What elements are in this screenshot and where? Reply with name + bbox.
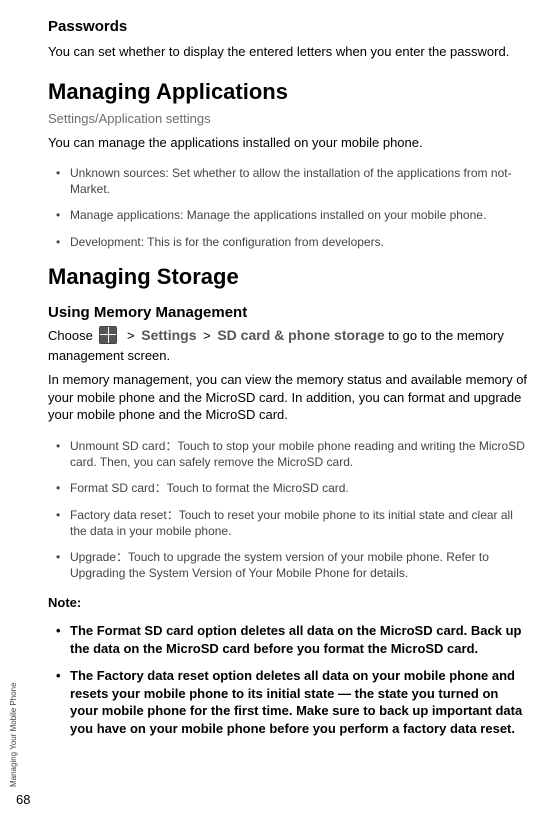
managing-apps-intro: You can manage the applications installe… (48, 134, 529, 152)
list-item: The Factory data reset option deletes al… (56, 667, 529, 737)
choose-path-line: Choose > Settings > SD card & phone stor… (48, 325, 529, 366)
passwords-text: You can set whether to display the enter… (48, 43, 529, 61)
list-item: Manage applications: Manage the applicat… (56, 207, 529, 223)
apps-grid-icon (99, 326, 117, 344)
note-bullets: The Format SD card option deletes all da… (48, 622, 529, 737)
passwords-section: Passwords You can set whether to display… (48, 18, 529, 61)
list-item: Unmount SD card：Touch to stop your mobil… (56, 438, 529, 470)
choose-prefix: Choose (48, 328, 96, 343)
list-item: Development: This is for the configurati… (56, 234, 529, 250)
memory-management-subheading: Using Memory Management (48, 304, 529, 321)
memory-management-description: In memory management, you can view the m… (48, 371, 529, 424)
settings-path-breadcrumb: Settings/Application settings (48, 111, 529, 126)
managing-apps-heading: Managing Applications (48, 79, 529, 105)
path-settings: Settings (141, 327, 196, 343)
managing-applications-section: Managing Applications Settings/Applicati… (48, 79, 529, 250)
page-number: 68 (16, 792, 30, 807)
list-item: Unknown sources: Set whether to allow th… (56, 165, 529, 197)
managing-storage-heading: Managing Storage (48, 264, 529, 290)
list-item: Factory data reset：Touch to reset your m… (56, 507, 529, 539)
storage-options-bullets: Unmount SD card：Touch to stop your mobil… (48, 438, 529, 581)
list-item: Format SD card：Touch to format the Micro… (56, 480, 529, 496)
path-separator: > (200, 328, 214, 343)
passwords-heading: Passwords (48, 18, 529, 35)
side-section-label: Managing Your Mobile Phone (9, 682, 18, 787)
list-item: Upgrade：Touch to upgrade the system vers… (56, 549, 529, 581)
managing-storage-section: Managing Storage Using Memory Management… (48, 264, 529, 738)
path-sd-storage: SD card & phone storage (217, 327, 384, 343)
list-item: The Format SD card option deletes all da… (56, 622, 529, 657)
path-separator: > (124, 328, 138, 343)
managing-apps-bullets: Unknown sources: Set whether to allow th… (48, 165, 529, 250)
note-label: Note: (48, 595, 529, 610)
